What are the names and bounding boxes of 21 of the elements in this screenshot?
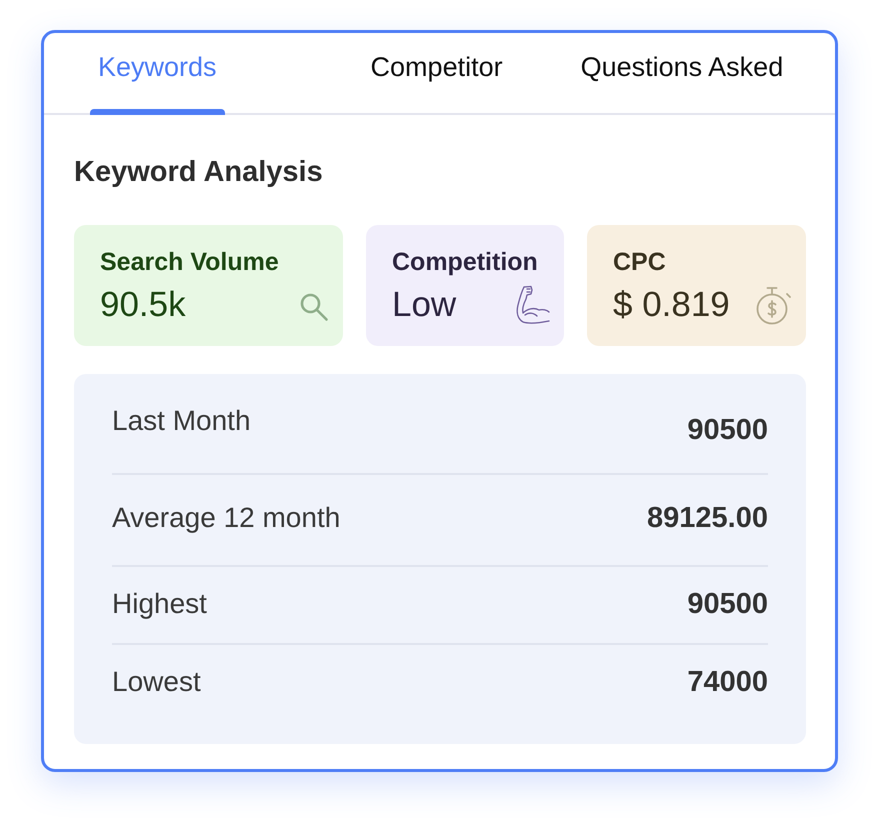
flexed-arm-icon [514, 285, 550, 325]
metric-title: Competition [392, 247, 539, 277]
metric-value: $ 0.819 [613, 285, 730, 325]
stat-label: Last Month [112, 404, 251, 438]
stat-label: Lowest [112, 665, 201, 699]
stat-value: 74000 [687, 665, 768, 699]
metric-title: Search Volume [100, 247, 280, 277]
tab[interactable]: Competitor [362, 33, 511, 113]
tab[interactable]: Keywords [90, 33, 225, 113]
stat-label: Average 12 month [112, 501, 340, 535]
search-icon [299, 292, 329, 322]
metric-title: CPC [613, 247, 667, 277]
stat-value: 89125.00 [647, 501, 768, 535]
stat-value: 90500 [687, 413, 768, 447]
section-heading: Keyword Analysis [74, 155, 324, 189]
metric-value: 90.5k [100, 285, 186, 325]
tab[interactable]: Questions Asked [572, 33, 792, 113]
stat-value: 90500 [687, 587, 768, 621]
stopwatch-icon [756, 285, 792, 325]
stat-label: Highest [112, 587, 207, 621]
metric-value: Low [392, 285, 456, 325]
